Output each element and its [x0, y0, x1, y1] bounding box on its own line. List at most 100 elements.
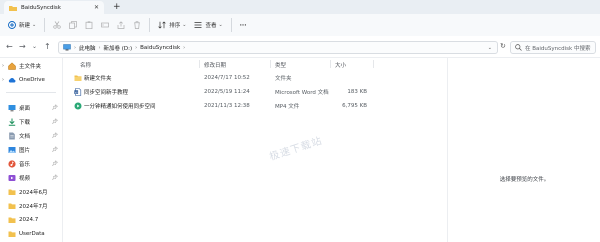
svg-text:W: W [75, 90, 78, 94]
breadcrumb-this-pc[interactable]: 此电脑 [79, 44, 96, 52]
more-button[interactable]: ··· [236, 17, 251, 33]
sidebar-item-home[interactable]: › 主文件夹 [0, 60, 62, 72]
video-icon [8, 175, 16, 181]
address-row: ← → ⌄ ↑ › 此电脑 › 新加卷 (D:) › BaiduSyncdisk… [0, 36, 600, 58]
sidebar-item-2024-june[interactable]: 2024年6月 [0, 186, 62, 198]
close-tab-icon[interactable]: ✕ [94, 4, 99, 11]
pin-icon: 📌︎ [51, 119, 58, 125]
sidebar-item-label: OneDrive [19, 77, 45, 83]
sidebar-item-userdata[interactable]: UserData [0, 228, 62, 240]
recent-chevron-icon[interactable]: ⌄ [32, 42, 37, 52]
document-icon [9, 132, 15, 140]
preview-message: 选择要预览的文件。 [499, 177, 550, 183]
sidebar-item-label: 2024年6月 [19, 190, 48, 196]
table-row[interactable]: 一分钟精通如何使用同步空间 2021/11/3 12:38 MP4 文件 6,7… [69, 100, 439, 111]
breadcrumb-chevron-icon: › [135, 44, 138, 51]
sidebar-item-2024-7[interactable]: 2024.7 [0, 214, 62, 226]
rename-icon [101, 22, 110, 28]
file-name: 同步空间新手教程 [84, 89, 129, 96]
sidebar-item-label: 视频 [19, 176, 31, 182]
title-bar: BaiduSyncdisk ✕ + [0, 0, 600, 14]
command-bar: 新建 ⌄ 排序 ⌄ 查看 ⌄ ··· [0, 14, 600, 36]
chevron-down-icon: ⌄ [182, 22, 187, 28]
more-icon: ··· [239, 21, 247, 29]
view-button[interactable]: 查看 ⌄ [190, 17, 226, 33]
sidebar-item-downloads[interactable]: 下载 📌︎ [0, 116, 62, 128]
sidebar-item-desktop[interactable]: 桌面 📌︎ [0, 102, 62, 114]
paste-button[interactable] [81, 17, 97, 33]
file-name: 新建文件夹 [84, 75, 112, 82]
new-tab-button[interactable]: + [113, 1, 121, 13]
divider [44, 18, 46, 32]
sort-label: 排序 [169, 23, 181, 29]
column-divider[interactable] [330, 60, 331, 68]
table-row[interactable]: W 同步空间新手教程 2022/5/19 11:24 Microsoft Wor… [69, 86, 439, 97]
column-header-size[interactable]: 大小 [335, 61, 346, 69]
pin-icon: 📌︎ [51, 133, 58, 139]
divider [6, 92, 56, 93]
column-divider[interactable] [270, 60, 271, 68]
breadcrumb-baidusyncdisk[interactable]: BaiduSyncdisk [140, 45, 180, 51]
word-document-icon: W [74, 87, 82, 96]
sidebar-item-music[interactable]: 音乐 📌︎ [0, 158, 62, 170]
tab-baidusyncdisk[interactable]: BaiduSyncdisk ✕ [4, 1, 104, 14]
address-dropdown-icon[interactable]: ⌄ [488, 45, 492, 51]
home-icon [8, 62, 16, 70]
file-list: 名称 修改日期 类型 大小 新建文件夹 2024/7/17 10:52 文件夹 … [63, 58, 447, 242]
share-button[interactable] [113, 17, 129, 33]
folder-icon [8, 231, 16, 237]
column-header-name[interactable]: 名称 [80, 61, 91, 69]
divider [149, 18, 151, 32]
new-button[interactable]: 新建 ⌄ [4, 17, 40, 33]
up-arrow-icon[interactable]: ↑ [44, 42, 51, 52]
sidebar-item-label: 桌面 [19, 106, 31, 112]
expand-chevron-icon[interactable]: › [0, 77, 6, 83]
table-row[interactable]: 新建文件夹 2024/7/17 10:52 文件夹 [69, 72, 439, 83]
refresh-icon[interactable]: ↻ [500, 42, 506, 50]
new-label: 新建 [19, 23, 31, 29]
sidebar-item-label: 下载 [19, 120, 31, 126]
sidebar-item-videos[interactable]: 视频 📌︎ [0, 172, 62, 184]
sidebar-item-2024-july[interactable]: 2024年7月 [0, 200, 62, 212]
file-modified: 2021/11/3 12:38 [204, 102, 250, 109]
delete-button[interactable] [129, 17, 145, 33]
folder-icon [9, 5, 17, 11]
column-divider[interactable] [373, 60, 374, 68]
search-placeholder: 在 BaiduSyncdisk 中搜索 [525, 45, 591, 52]
chevron-down-icon: ⌄ [32, 22, 37, 28]
address-bar[interactable]: › 此电脑 › 新加卷 (D:) › BaiduSyncdisk › ⌄ [58, 41, 498, 54]
breadcrumb-drive-d[interactable]: 新加卷 (D:) [104, 44, 133, 52]
view-list-icon [194, 22, 202, 28]
pin-icon: 📌︎ [51, 175, 58, 181]
copy-button[interactable] [65, 17, 81, 33]
back-arrow-icon[interactable]: ← [6, 42, 13, 52]
forward-arrow-icon[interactable]: → [19, 42, 26, 52]
column-divider[interactable] [199, 60, 200, 68]
column-header-modified[interactable]: 修改日期 [204, 61, 226, 69]
folder-icon [74, 75, 82, 81]
expand-chevron-icon[interactable]: › [0, 63, 6, 69]
sidebar-item-documents[interactable]: 文档 📌︎ [0, 130, 62, 142]
sort-icon [158, 21, 166, 29]
cut-button[interactable] [49, 17, 65, 33]
divider [230, 18, 232, 32]
sidebar-item-onedrive[interactable]: › OneDrive [0, 74, 62, 86]
file-name: 一分钟精通如何使用同步空间 [84, 103, 156, 110]
sidebar-item-pictures[interactable]: 图片 📌︎ [0, 144, 62, 156]
breadcrumb-chevron-icon: › [183, 44, 186, 51]
breadcrumb-chevron-icon: › [98, 44, 101, 51]
download-icon [8, 118, 16, 126]
sidebar-item-label: 图片 [19, 148, 31, 154]
folder-icon [8, 189, 16, 195]
copy-icon [69, 21, 78, 29]
search-box[interactable]: 在 BaiduSyncdisk 中搜索 [510, 41, 596, 54]
pin-icon: 📌︎ [51, 161, 58, 167]
navigation-pane: › 主文件夹 › OneDrive 桌面 📌︎ 下载 📌︎ 文档 📌︎ 图片 📌… [0, 58, 62, 242]
search-icon [515, 44, 522, 51]
rename-button[interactable] [97, 17, 113, 33]
sort-button[interactable]: 排序 ⌄ [154, 17, 190, 33]
column-header-type[interactable]: 类型 [275, 61, 286, 69]
picture-icon [8, 147, 16, 153]
folder-icon [8, 203, 16, 209]
breadcrumb-chevron-icon: › [74, 44, 76, 51]
